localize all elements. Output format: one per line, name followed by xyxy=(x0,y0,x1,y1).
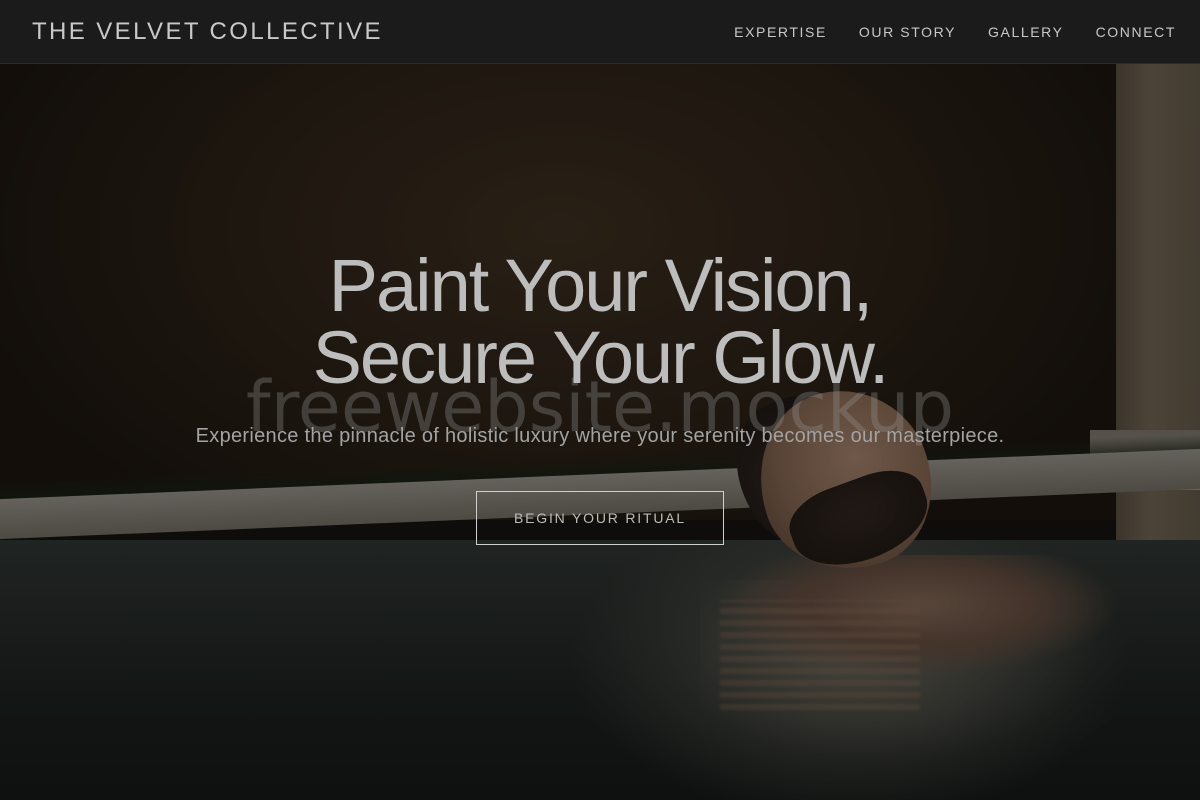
nav-link-our-story[interactable]: OUR STORY xyxy=(859,24,956,40)
hero-content: Paint Your Vision, Secure Your Glow. xyxy=(0,244,1200,399)
hero-title: Paint Your Vision, Secure Your Glow. xyxy=(0,244,1200,399)
nav-link-connect[interactable]: CONNECT xyxy=(1096,24,1176,40)
hero-dark-overlay xyxy=(0,0,1200,800)
nav-links: EXPERTISE OUR STORY GALLERY CONNECT xyxy=(734,24,1176,40)
top-navbar: THE VELVET COLLECTIVE EXPERTISE OUR STOR… xyxy=(0,0,1200,64)
landing-page: THE VELVET COLLECTIVE EXPERTISE OUR STOR… xyxy=(0,0,1200,800)
hero-title-line-1: Paint Your Vision, xyxy=(328,244,874,327)
brand-logo[interactable]: THE VELVET COLLECTIVE xyxy=(32,18,383,46)
hero-background-image xyxy=(0,0,1200,800)
nav-link-expertise[interactable]: EXPERTISE xyxy=(734,24,827,40)
hero-subtitle: Experience the pinnacle of holistic luxu… xyxy=(195,425,1005,447)
nav-link-gallery[interactable]: GALLERY xyxy=(988,24,1064,40)
hero-title-line-2: Secure Your Glow. xyxy=(312,316,890,399)
begin-ritual-button[interactable]: BEGIN YOUR RITUAL xyxy=(476,491,724,545)
